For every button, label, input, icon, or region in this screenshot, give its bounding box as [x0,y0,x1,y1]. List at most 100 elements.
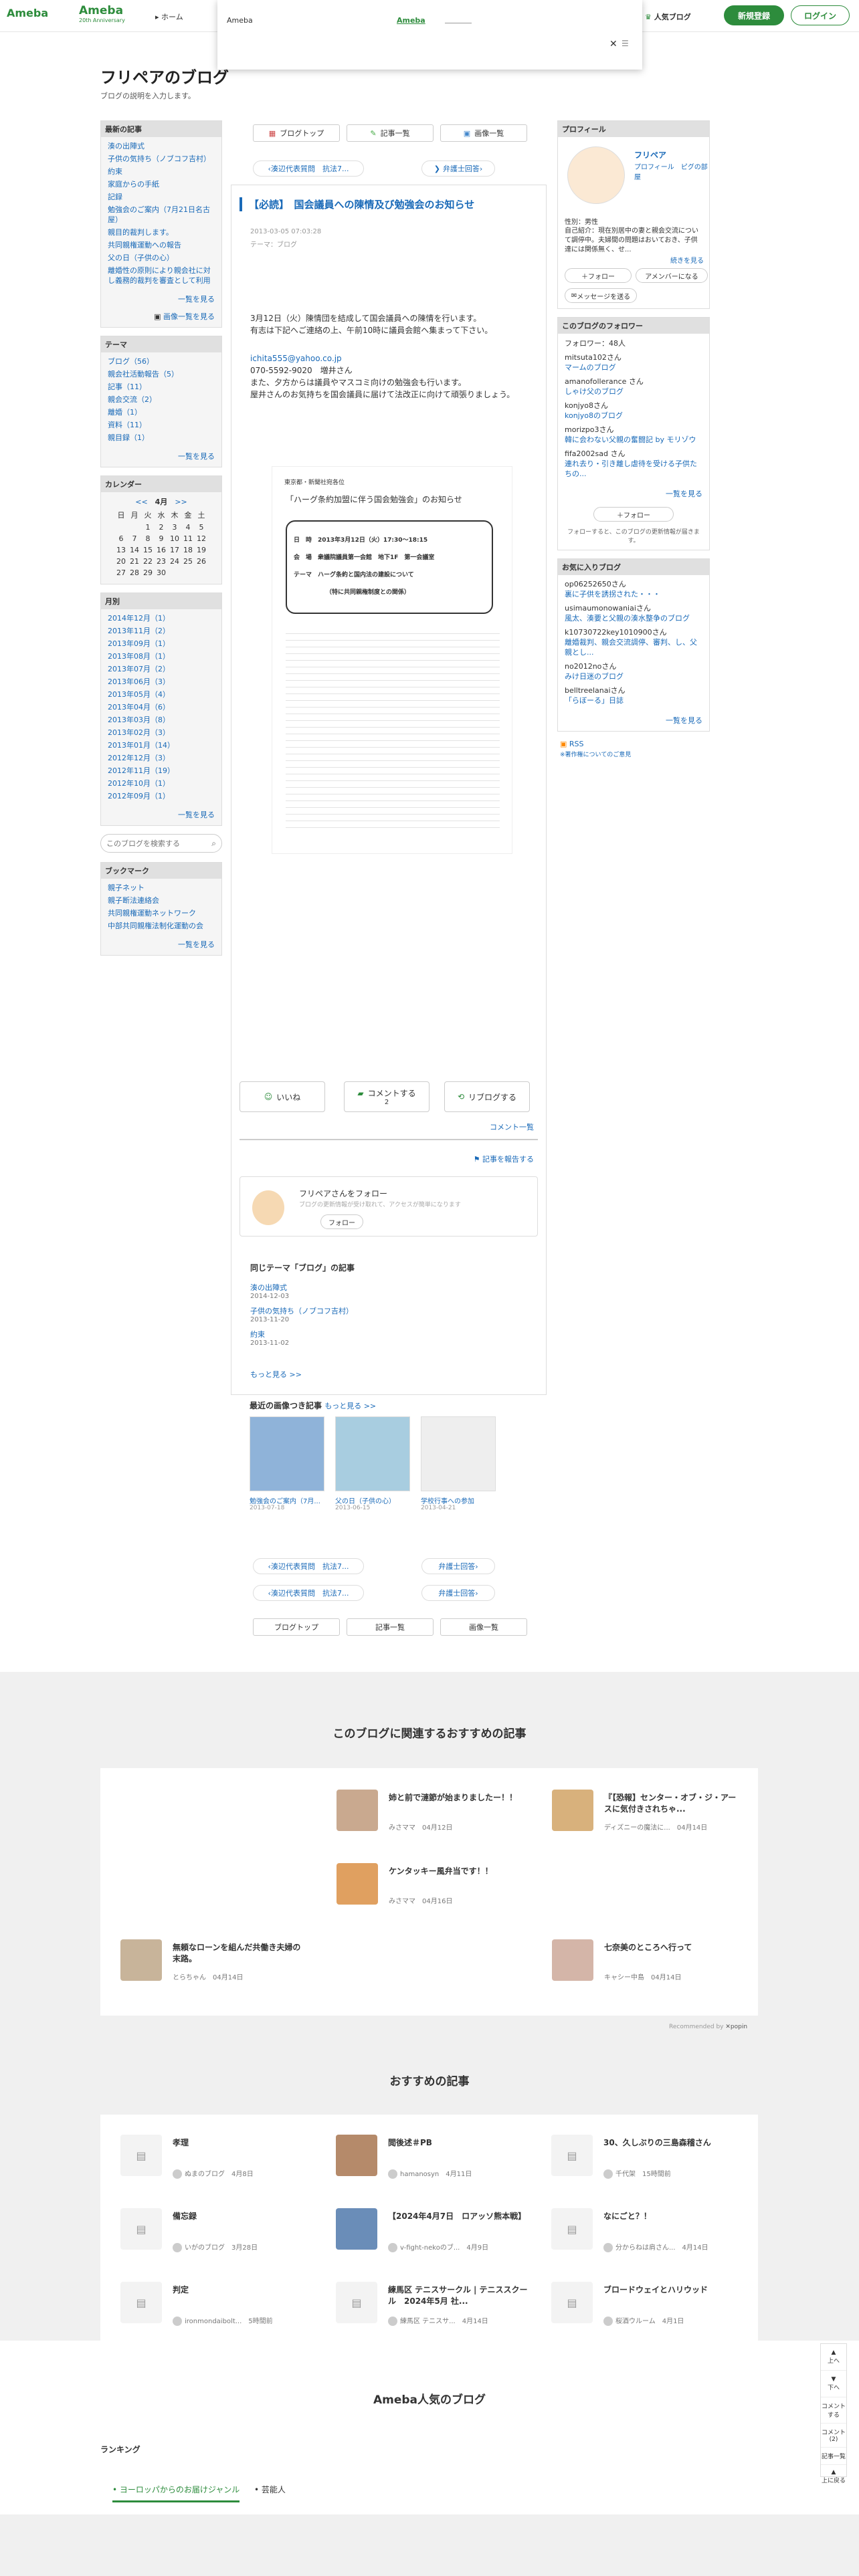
favorites-more[interactable]: 一覧を見る [666,716,702,725]
month-item-link[interactable]: 2013年11月（2） [108,627,170,635]
favorite-blog-blog[interactable]: 離婚裁判、親会交流調停、審判、し、父親とし... [565,638,697,657]
float-comment-button[interactable]: コメントする [821,2397,846,2424]
recent-entry-link[interactable]: 湊の出陣式 [108,142,145,150]
image-entry-thumb[interactable] [250,1416,324,1491]
reco-card[interactable]: 姉と前で漣節が始まりましたー！！ みさママ 04月12日 [337,1790,537,1838]
osusume-card[interactable]: ▤ 練馬区 テニスサークル | テニススクール 2024年5月 社... 練馬区 テ… [336,2282,537,2330]
month-item-link[interactable]: 2014年12月（1） [108,614,170,623]
osusume-card[interactable]: ▤ 30、久しぶりの三島森稽さん 千代架 15時間前 [551,2135,752,2183]
theme-item-link[interactable]: 親目録（1） [108,433,149,442]
image-entry-thumb[interactable] [421,1416,496,1491]
blogtop-button[interactable]: ▦ ブログトップ [253,124,340,142]
bookmark-item-link[interactable]: 共同親権運動ネットワーク [108,909,196,918]
month-item-link[interactable]: 2013年07月（2） [108,665,170,673]
theme-item-link[interactable]: ブログ（56） [108,357,154,366]
copyright-link[interactable]: ※著作権についてのご意見 [560,752,631,758]
favorite-blog-blog[interactable]: 「らぼーる」日誌 [565,696,624,705]
theme-more-link[interactable]: 一覧を見る [178,452,215,461]
next-month-icon[interactable]: >> [175,498,187,506]
signup-button[interactable]: 新規登録 [724,5,784,25]
images-button-bottom[interactable]: 画像一覧 [440,1618,527,1636]
profile-links[interactable]: プロフィール ピグの部屋 [634,161,709,181]
recent-entry-link[interactable]: 家庭からの手紙 [108,180,159,189]
month-item-link[interactable]: 2013年06月（3） [108,677,170,686]
ranking-tab-2[interactable]: • 芸能人 [254,2484,286,2495]
month-item-link[interactable]: 2013年08月（1） [108,652,170,661]
next-entry-link-bottom[interactable]: 弁護士回答 › [421,1558,495,1574]
bookmark-item-link[interactable]: 親子ネット [108,883,145,892]
close-icon[interactable]: ✕ [609,39,617,49]
recent-entry-link[interactable]: 約束 [108,167,122,176]
recent-entry-link[interactable]: 父の日（子供の心） [108,253,174,262]
profile-more[interactable]: 続きを見る [670,255,704,265]
recent-entry-link[interactable]: 共同親権運動への報告 [108,241,181,249]
recent-more-link[interactable]: 一覧を見る [178,295,215,304]
profile-name[interactable]: フリペア [634,149,666,160]
prev-entry-link-bottom2[interactable]: ‹ 湊辺代表質問 抗法7... [253,1585,364,1601]
nav-popular-blogs[interactable]: ♛ 人気ブログ [645,11,691,22]
comment-list-link[interactable]: コメント一覧 [490,1121,534,1132]
month-item-link[interactable]: 2012年09月（1） [108,792,170,800]
entries-button[interactable]: ✎ 記事一覧 [347,124,434,142]
same-theme-link[interactable]: 子供の気持ち（ノブコフ吉村） [250,1305,518,1316]
float-entries[interactable]: 記事一覧 [821,2448,846,2465]
osusume-card[interactable]: ▤ 判定 ironmondaibolt... 5時間前 [120,2282,321,2330]
osusume-card[interactable]: ▤ 孝理 ぬまのブログ 4月8日 [120,2135,321,2183]
followers-more[interactable]: 一覧を見る [666,490,702,498]
recent-entry-link[interactable]: 親目的裁判します。 [108,228,173,237]
reco-card[interactable]: ケンタッキー風弁当です！！ みさママ 04月16日 [337,1863,537,1911]
reblog-button[interactable]: ⟲ リブログする [444,1081,530,1112]
favorite-blog-blog[interactable]: 風太、湊要と父親の湊水整争のブログ [565,614,690,623]
prev-entry-link-bottom[interactable]: ‹ 湊辺代表質問 抗法7... [253,1558,364,1574]
prev-entry-link[interactable]: ‹ 湊辺代表質問 抗法7... [253,160,364,177]
rss-link[interactable]: RSS [569,740,584,748]
follower-blog[interactable]: マームのブログ [565,363,616,372]
float-comment-count[interactable]: コメント(2) [821,2424,846,2448]
amember-button[interactable]: アメンバーになる [636,268,708,283]
menu-icon[interactable]: ☰ [622,39,629,48]
article-theme[interactable]: テーマ：ブログ [250,239,297,249]
reco-card[interactable]: 七奈美のところへ行って キャシー中島 04月14日 [552,1939,753,1988]
recent-entry-link[interactable]: 子供の気持ち（ノブコフ吉村） [108,154,211,163]
prev-month-icon[interactable]: << [135,498,147,506]
blogtop-button-bottom[interactable]: ブログトップ [253,1618,340,1636]
theme-item-link[interactable]: 親会交流（2） [108,395,157,404]
reco-card[interactable]: 無頼なローンを組んだ共働き夫婦の末路。 とらちゃん 04月14日 [120,1939,321,1988]
follow-button[interactable]: フォロー [320,1214,363,1229]
next-entry-link-bottom2[interactable]: 弁護士回答 › [421,1585,495,1601]
month-item-link[interactable]: 2012年10月（1） [108,779,170,788]
entries-button-bottom[interactable]: 記事一覧 [347,1618,434,1636]
profile-follow-button[interactable]: ＋ フォロー [565,268,632,283]
favorite-blog-blog[interactable]: 裏に子供を誘拐された・・・ [565,590,660,599]
image-entries-more[interactable]: もっと見る >> [324,1402,376,1410]
blog-search-input[interactable] [101,835,201,852]
image-entry-thumb[interactable] [335,1416,410,1491]
comment-button[interactable]: ▰ コメントする 2 [344,1081,430,1112]
theme-item-link[interactable]: 資料（11） [108,421,147,429]
image-entry-title[interactable]: 勉強会のご案内（7月... [250,1495,328,1505]
theme-item-link[interactable]: 記事（11） [108,383,147,391]
favorite-blog-blog[interactable]: みけ日迷のブログ [565,672,624,681]
month-item-link[interactable]: 2013年02月（3） [108,728,170,737]
reco-card[interactable]: 『【恐報】センター・オブ・ジ・アースに気付きされちゃ... ディズニーの魔法に..… [552,1790,753,1838]
recent-entry-link[interactable]: 離婚性の原則により親会社に対し義務的裁判を審査として利用 [108,266,211,285]
theme-item-link[interactable]: 親会社活動報告（5） [108,370,179,379]
login-button[interactable]: ログイン [791,5,850,25]
popup-link[interactable]: Ameba [397,16,425,25]
same-theme-link[interactable]: 湊の出陣式 [250,1282,518,1293]
osusume-card[interactable]: ▤ なにごと？！ 分からねは肩さん... 4月14日 [551,2208,752,2256]
next-entry-link[interactable]: ❯ 弁護士回答 › [421,160,495,177]
osusume-card[interactable]: 【2024年4月7日 ロアッソ熊本戦】 v-fight-nekoのブ... 4月9… [336,2208,537,2256]
search-icon[interactable]: ⌕ [211,839,216,849]
month-item-link[interactable]: 2013年01月（14） [108,741,175,750]
osusume-card[interactable]: ▤ ブロードウェイとハリウッド 桜酒ウルーム 4月1日 [551,2282,752,2330]
scroll-down-button[interactable]: ▼ 下へ [821,2371,846,2397]
month-item-link[interactable]: 2012年12月（3） [108,754,170,762]
osusume-card[interactable]: 閲後述＃PB hamanosyn 4月11日 [336,2135,537,2183]
recent-entry-link[interactable]: 記録 [108,193,122,201]
profile-avatar[interactable] [567,146,625,204]
message-button[interactable]: ✉ メッセージを送る [565,288,637,303]
image-list-link[interactable]: 画像一覧を見る [163,312,215,321]
nav-home[interactable]: ▸ ホーム [155,11,183,22]
osusume-card[interactable]: ▤ 備忘録 いがのブログ 3月28日 [120,2208,321,2256]
